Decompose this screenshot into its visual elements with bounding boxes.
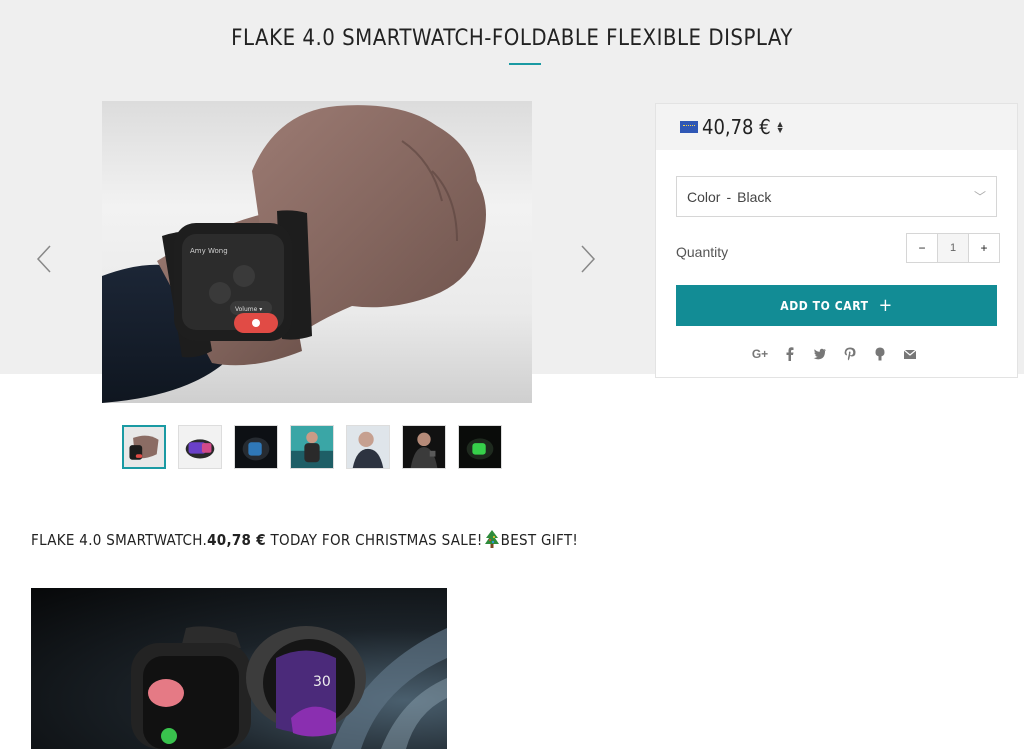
thumbnail-7[interactable]	[458, 425, 502, 469]
chevron-left-icon	[36, 245, 51, 273]
add-to-cart-label: ADD TO CART	[780, 298, 869, 313]
thumbnail-strip	[122, 425, 502, 469]
pinterest-icon[interactable]	[842, 346, 858, 362]
fancy-icon[interactable]	[872, 346, 888, 362]
product-price: 40,78 €	[702, 115, 771, 139]
promo-text-middle: TODAY FOR CHRISTMAS SALE!	[265, 531, 483, 549]
quantity-stepper: − 1 +	[906, 233, 1000, 263]
thumbnail-5[interactable]	[346, 425, 390, 469]
quantity-label: Quantity	[676, 244, 729, 260]
facebook-icon[interactable]	[782, 346, 798, 362]
google-plus-icon[interactable]: G+	[752, 346, 768, 362]
gallery-next-button[interactable]	[576, 244, 598, 274]
promo-text-before: FLAKE 4.0 SMARTWATCH.	[31, 531, 208, 549]
buy-box: 40,78 € ▲ ▼ Color - Black ﹀ Quantity − 1 …	[655, 103, 1018, 378]
gallery-prev-button[interactable]	[34, 244, 56, 274]
thumbnail-1[interactable]	[122, 425, 166, 469]
variant-separator: -	[726, 188, 732, 205]
screen-volume: Volume ▾	[235, 306, 262, 313]
thumbnail-3[interactable]	[234, 425, 278, 469]
variant-value: Black	[737, 188, 772, 205]
christmas-tree-icon	[484, 530, 500, 552]
product-title: FLAKE 4.0 SMARTWATCH-FOLDABLE FLEXIBLE D…	[231, 26, 793, 51]
promo-text: FLAKE 4.0 SMARTWATCH.40,78 € TODAY FOR C…	[31, 530, 578, 552]
thumbnail-4[interactable]	[290, 425, 334, 469]
add-to-cart-button[interactable]: ADD TO CART +	[676, 285, 997, 326]
main-product-image[interactable]: Amy Wong Volume ▾	[102, 101, 532, 403]
banner-illustration: 30	[131, 626, 447, 749]
screen-caller: Amy Wong	[190, 247, 228, 255]
sort-arrows-icon[interactable]: ▲ ▼	[776, 120, 785, 135]
color-variant-select[interactable]: Color - Black ﹀	[676, 176, 997, 217]
promo-text-after: BEST GIFT!	[500, 531, 579, 549]
variant-label: Color	[687, 188, 721, 205]
product-photo: Amy Wong Volume ▾	[102, 105, 486, 403]
email-icon[interactable]	[902, 346, 918, 362]
price-row: 40,78 € ▲ ▼	[656, 104, 1017, 150]
title-underline	[509, 63, 541, 65]
promo-price: 40,78 €	[207, 531, 266, 549]
thumbnail-2[interactable]	[178, 425, 222, 469]
product-banner-image: 30	[31, 588, 447, 749]
chevron-down-icon: ﹀	[973, 190, 986, 204]
eu-flag-icon[interactable]	[680, 121, 698, 133]
chevron-right-icon	[581, 245, 596, 273]
share-links: G+	[752, 346, 918, 362]
quantity-input[interactable]: 1	[937, 234, 969, 262]
quantity-decrease-button[interactable]: −	[907, 234, 937, 262]
thumbnail-6[interactable]	[402, 425, 446, 469]
quantity-increase-button[interactable]: +	[969, 234, 999, 262]
plus-icon: +	[878, 294, 893, 316]
banner-watch-time: 30	[313, 674, 331, 690]
twitter-icon[interactable]	[812, 346, 828, 362]
